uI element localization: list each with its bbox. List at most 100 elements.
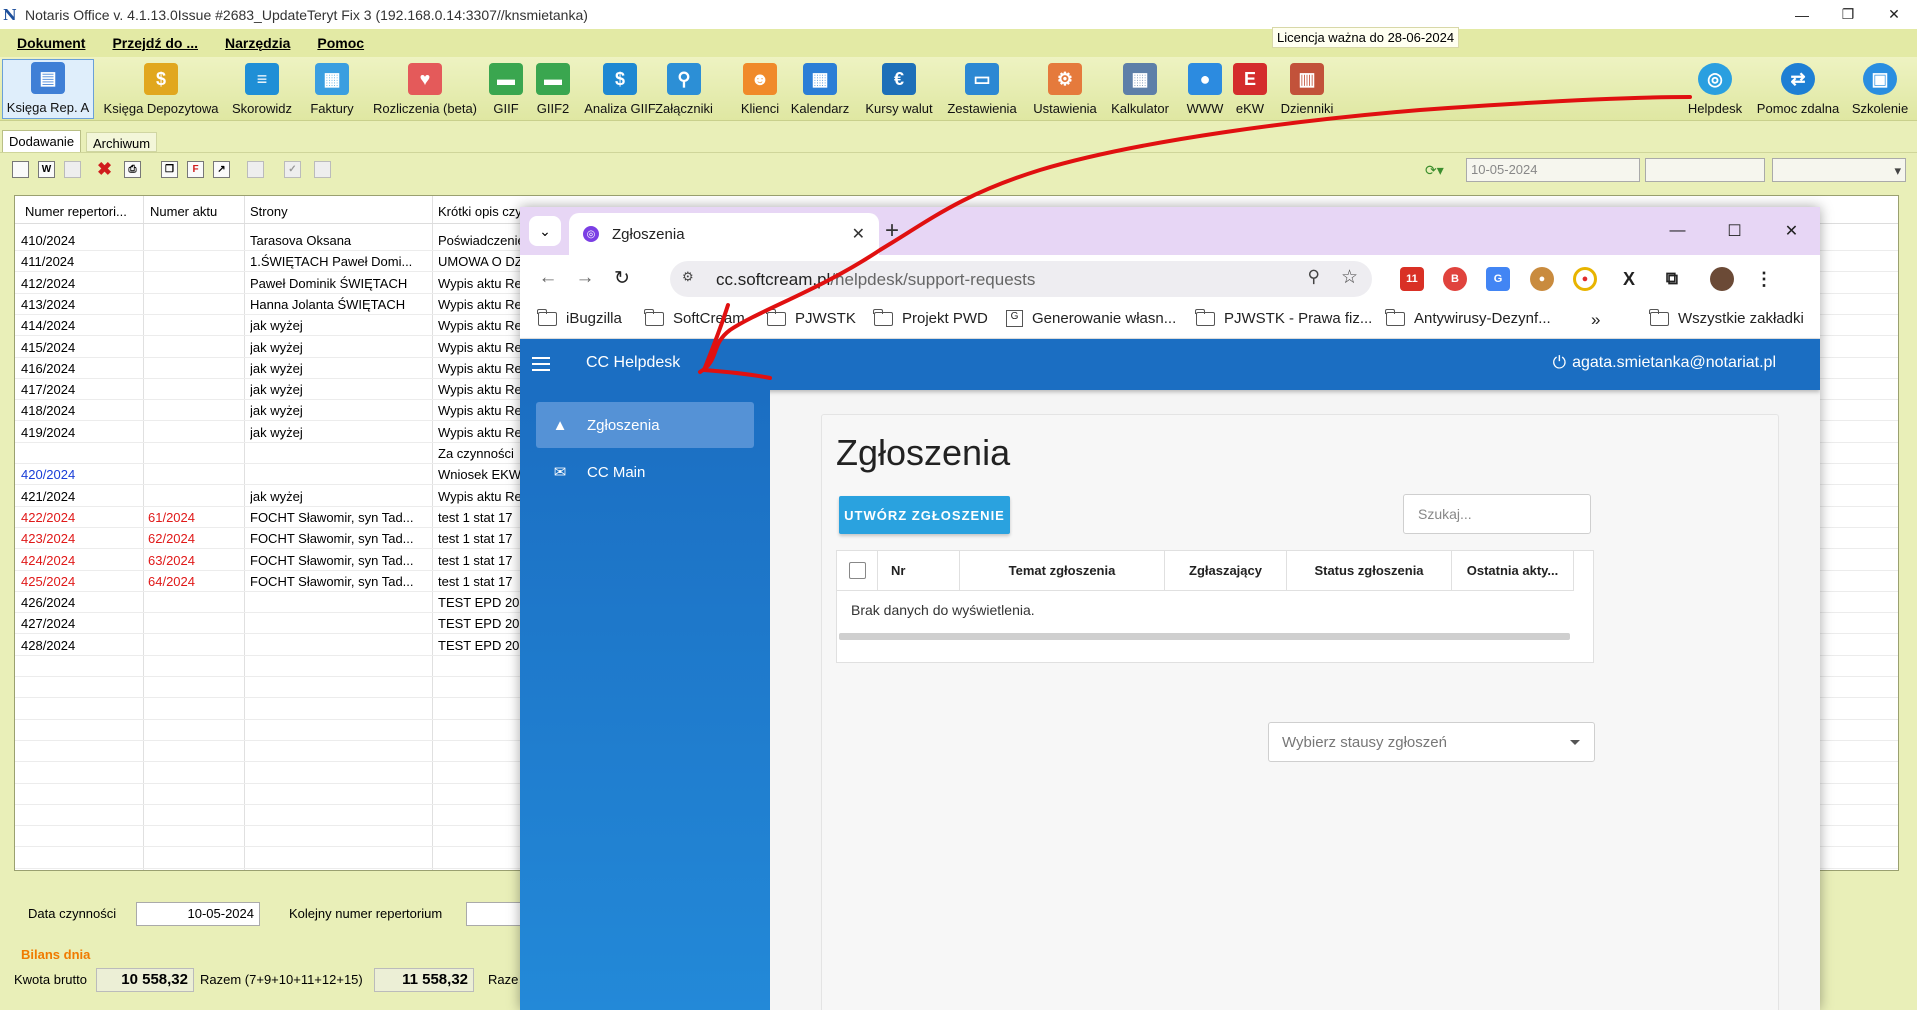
toolbar-button-11[interactable]: € Kursy walut: [860, 61, 938, 119]
close-icon[interactable]: ✕: [1871, 0, 1917, 29]
close-tab-icon[interactable]: ✕: [852, 224, 865, 244]
data-czynnosci-field[interactable]: 10-05-2024: [136, 902, 260, 926]
x-ext-icon[interactable]: X: [1617, 267, 1641, 291]
user-logout[interactable]: ⏻ agata.smietanka@notariat.pl: [1553, 353, 1776, 373]
calendar-ext-icon[interactable]: 11: [1400, 267, 1424, 291]
money-icon: ▬: [489, 63, 523, 95]
filter-field-2[interactable]: [1645, 158, 1765, 182]
hamburger-menu-icon[interactable]: [532, 353, 554, 375]
zoom-icon[interactable]: ⚲: [1308, 267, 1320, 287]
col-numer-aktu[interactable]: Numer aktu: [150, 204, 217, 219]
toolbar-button-3[interactable]: ▦ Faktury: [305, 61, 359, 119]
back-icon[interactable]: ←: [535, 265, 561, 291]
toolbar-button-10[interactable]: ▦ Kalendarz: [788, 61, 852, 119]
col-temat[interactable]: Temat zgłoszenia: [960, 551, 1165, 591]
toolbar-button-14[interactable]: ▦ Kalkulator: [1109, 61, 1171, 119]
profile-avatar[interactable]: [1710, 267, 1734, 291]
create-request-button[interactable]: UTWÓRZ ZGŁOSZENIE: [839, 496, 1010, 534]
tab-dodawanie[interactable]: Dodawanie: [2, 130, 82, 152]
copy-icon[interactable]: ❐: [161, 161, 178, 178]
toolbar-right-button-0[interactable]: ◎ Helpdesk: [1687, 61, 1743, 119]
bookmark-all[interactable]: Wszystkie zakładki: [1649, 308, 1804, 327]
approve-icon[interactable]: ✓: [284, 161, 301, 178]
toolbar-button-2[interactable]: ≡ Skorowidz: [230, 61, 294, 119]
refresh-icon[interactable]: ⟳▾: [1425, 162, 1444, 179]
archive-icon[interactable]: [314, 161, 331, 178]
nav-cc-main[interactable]: ✉ CC Main: [536, 449, 754, 495]
color-ext-icon[interactable]: ●: [1573, 267, 1597, 291]
bookmark-generowanie[interactable]: G Generowanie własn...: [1006, 310, 1176, 327]
forward-icon[interactable]: →: [572, 265, 598, 291]
restore-icon[interactable]: ❐: [1825, 0, 1871, 29]
toolbar-button-12[interactable]: ▭ Zestawienia: [944, 61, 1020, 119]
bookmark-softcream[interactable]: SoftCream: [644, 308, 745, 327]
toolbar-right-button-1[interactable]: ⇄ Pomoc zdalna: [1755, 61, 1841, 119]
browser-close-icon[interactable]: ✕: [1763, 207, 1820, 255]
new-tab-icon[interactable]: +: [876, 215, 908, 247]
toolbar-button-7[interactable]: $ Analiza GIIF: [583, 61, 657, 119]
cookie-ext-icon[interactable]: ●: [1530, 267, 1554, 291]
date-filter-field[interactable]: 10-05-2024: [1466, 158, 1640, 182]
bookmark-projekt-pwd[interactable]: Projekt PWD: [873, 308, 988, 327]
url-text[interactable]: cc.softcream.pl/helpdesk/support-request…: [716, 270, 1035, 290]
toolbar-right-button-2[interactable]: ▣ Szkolenie: [1852, 61, 1908, 119]
more-bookmarks-icon[interactable]: »: [1591, 310, 1600, 330]
new-doc-icon[interactable]: [12, 161, 29, 178]
kolejny-numer-field[interactable]: [466, 902, 526, 926]
extensions-puzzle-icon[interactable]: ⧉: [1660, 267, 1684, 291]
status-filter-select[interactable]: Wybierz stausy zgłoszeń: [1268, 722, 1595, 762]
filter-dropdown[interactable]: ▾: [1772, 158, 1906, 182]
adblock-ext-icon[interactable]: B: [1443, 267, 1467, 291]
folder-icon[interactable]: [64, 161, 81, 178]
col-krotki-opis[interactable]: Krótki opis czy: [438, 204, 522, 219]
toolbar-button-4[interactable]: ♥ Rozliczenia (beta): [371, 61, 479, 119]
tab-search-icon[interactable]: ⌄: [529, 216, 561, 246]
nav-zgloszenia[interactable]: ▲ Zgłoszenia: [536, 402, 754, 448]
toolbar-button-1[interactable]: $ Księga Depozytowa: [100, 61, 222, 119]
toolbar-button-6[interactable]: ▬ GIIF2: [533, 61, 573, 119]
browser-minimize-icon[interactable]: —: [1649, 207, 1706, 255]
menu-dokument[interactable]: Dokument: [17, 35, 85, 51]
toolbar-button-15[interactable]: ● WWW: [1183, 61, 1227, 119]
power-icon[interactable]: ⏻: [1553, 353, 1566, 373]
select-all-checkbox[interactable]: [837, 551, 878, 591]
bookmark-ibugzilla[interactable]: iBugzilla: [537, 308, 622, 327]
col-numer-repertorium[interactable]: Numer repertori...: [25, 204, 127, 219]
col-status[interactable]: Status zgłoszenia: [1287, 551, 1452, 591]
pdf-icon[interactable]: F: [187, 161, 204, 178]
print-icon[interactable]: ⎙: [124, 161, 141, 178]
bookmark-antywirusy[interactable]: Antywirusy-Dezynf...: [1385, 308, 1551, 327]
col-nr[interactable]: Nr: [878, 551, 960, 591]
reload-icon[interactable]: ↻: [609, 265, 635, 291]
export-icon[interactable]: ↗: [213, 161, 230, 178]
toolbar-button-16[interactable]: EeKW: [1231, 61, 1269, 119]
col-zglaszajacy[interactable]: Zgłaszający: [1165, 551, 1287, 591]
tab-archiwum[interactable]: Archiwum: [86, 132, 158, 152]
edit-icon[interactable]: [247, 161, 264, 178]
bookmark-pjwstk-prawa[interactable]: PJWSTK - Prawa fiz...: [1195, 308, 1372, 327]
browser-menu-icon[interactable]: ⋮: [1752, 267, 1776, 291]
toolbar-button-17[interactable]: ▥ Dzienniki: [1277, 61, 1337, 119]
menu-narzedzia[interactable]: Narzędzia: [225, 35, 290, 51]
site-info-icon[interactable]: ⚙: [682, 269, 702, 289]
search-input[interactable]: Szukaj...: [1403, 494, 1591, 534]
menu-przejdz[interactable]: Przejdź do ...: [112, 35, 198, 51]
toolbar-button-0[interactable]: ▤ Księga Rep. A: [2, 59, 94, 119]
toolbar-button-8[interactable]: ⚲ Załączniki: [655, 61, 713, 119]
word-icon[interactable]: W: [38, 161, 55, 178]
toolbar-button-5[interactable]: ▬ GIIF: [489, 61, 523, 119]
col-strony[interactable]: Strony: [250, 204, 288, 219]
minimize-icon[interactable]: —: [1779, 0, 1825, 29]
address-bar[interactable]: ⚙ cc.softcream.pl/helpdesk/support-reque…: [670, 261, 1372, 297]
delete-icon[interactable]: ✖: [96, 159, 113, 179]
bookmark-pjwstk[interactable]: PJWSTK: [766, 308, 856, 327]
table-scrollbar[interactable]: [839, 633, 1570, 640]
browser-maximize-icon[interactable]: ☐: [1706, 207, 1763, 255]
browser-tab-zgloszenia[interactable]: ◎ Zgłoszenia ✕: [569, 213, 879, 255]
bookmark-star-icon[interactable]: ☆: [1341, 266, 1358, 289]
menu-pomoc[interactable]: Pomoc: [317, 35, 364, 51]
toolbar-button-9[interactable]: ☻ Klienci: [737, 61, 783, 119]
toolbar-button-13[interactable]: ⚙ Ustawienia: [1030, 61, 1100, 119]
col-ostatnia-aktywnosc[interactable]: Ostatnia akty...: [1452, 551, 1574, 591]
translate-ext-icon[interactable]: G: [1486, 267, 1510, 291]
